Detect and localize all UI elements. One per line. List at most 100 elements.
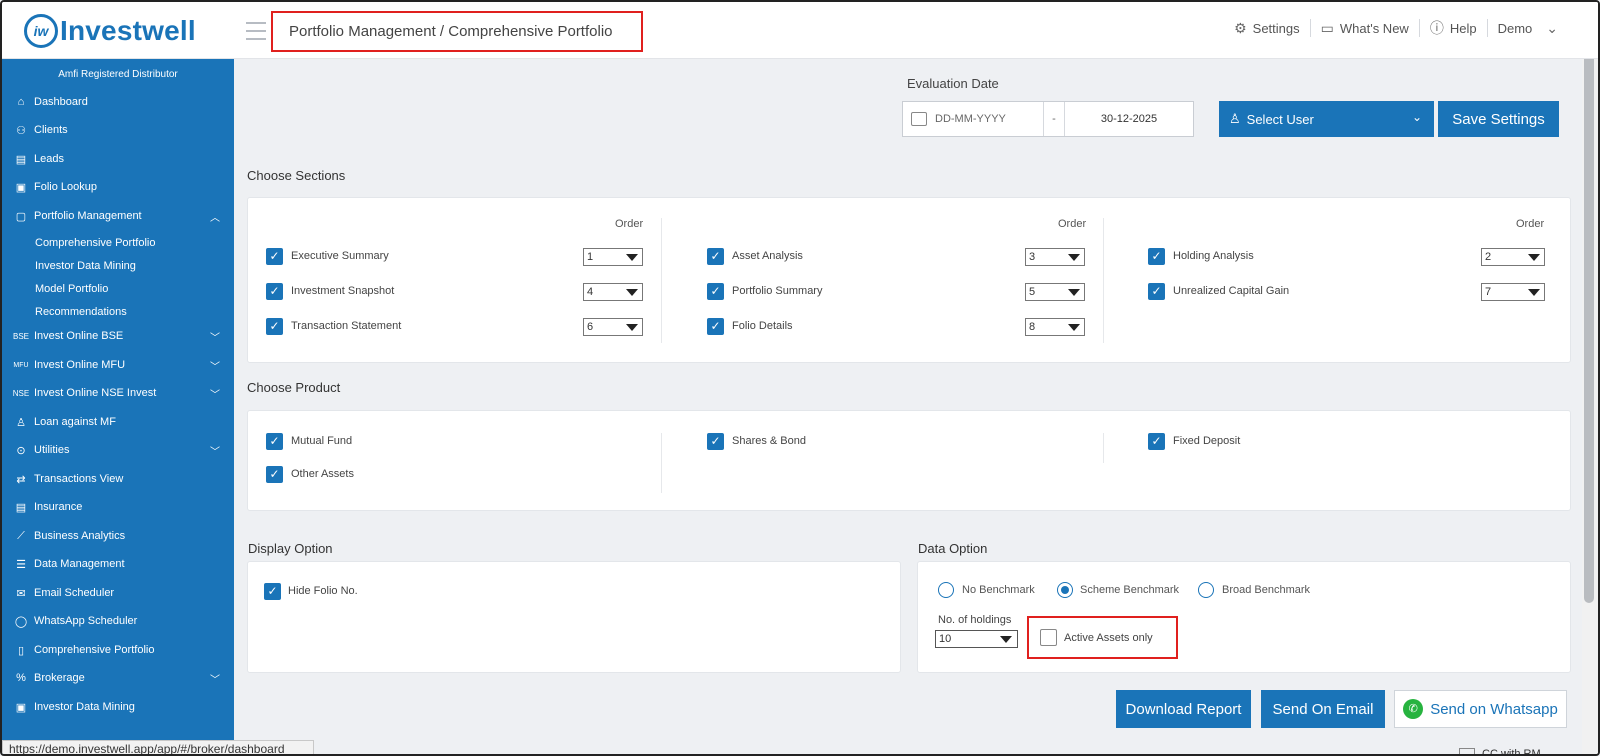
chevron-down-icon: ⌄ [1411,110,1422,124]
portfolio-summary-label: Portfolio Summary [732,285,823,297]
home-icon: ⌂ [17,96,25,108]
whats-new-link[interactable]: ▭ What's New [1311,19,1420,37]
sidebar-item-dashboard[interactable]: ⌂ Dashboard [2,89,234,115]
sidebar-header: Amfi Registered Distributor [58,69,178,80]
sidebar-item-label: Business Analytics [34,530,126,542]
checkbox-mutual-fund[interactable]: ✓ [266,433,283,450]
order-select-transaction-statement[interactable]: 6 [583,318,643,336]
bse-icon: BSE [12,331,29,341]
sidebar-item-invest-online-nse[interactable]: NSE Invest Online NSE Invest ﹀ [2,380,234,406]
unrealized-capital-gain-label: Unrealized Capital Gain [1173,285,1290,297]
portfolio-icon: ▯ [17,644,25,657]
holdings-select[interactable]: 10 [935,630,1018,648]
checkbox-unrealized-capital-gain[interactable]: ✓ [1148,283,1165,300]
sidebar-item-insurance[interactable]: ▤ Insurance [2,494,234,520]
order-value: 8 [1029,321,1036,333]
order-value: 2 [1485,251,1492,263]
checkbox-shares-bond[interactable]: ✓ [707,433,724,450]
checkbox-holding-analysis[interactable]: ✓ [1148,248,1165,265]
select-user-label: Select User [1246,111,1314,127]
download-report-button[interactable]: Download Report [1116,690,1251,728]
select-user-dropdown[interactable]: ♙ Select User ⌄ [1219,101,1434,137]
chevron-down-icon: ﹀ [210,332,220,344]
checkbox-other-assets[interactable]: ✓ [266,466,283,483]
user-icon: ♙ [1229,111,1241,126]
sidebar-item-invest-online-mfu[interactable]: MFU Invest Online MFU ﹀ [2,352,234,378]
loan-icon: ♙ [16,416,26,429]
order-select-asset-analysis[interactable]: 3 [1025,248,1085,266]
order-select-investment-snapshot[interactable]: 4 [583,283,643,301]
sidebar-subitem-comprehensive-portfolio[interactable]: Comprehensive Portfolio [35,233,155,253]
send-on-email-button[interactable]: Send On Email [1261,690,1385,728]
chevron-down-icon: ﹀ [210,446,220,458]
checkbox-fixed-deposit[interactable]: ✓ [1148,433,1165,450]
top-bar: iw Investwell Portfolio Management / Com… [2,2,1598,59]
settings-link[interactable]: ⚙ Settings [1224,19,1311,37]
user-menu[interactable]: Demo ⌄ [1488,19,1568,37]
sidebar-item-label: Email Scheduler [34,587,115,599]
checkbox-folio-details[interactable]: ✓ [707,318,724,335]
radio-broad-benchmark[interactable] [1198,582,1214,598]
order-value: 6 [587,321,594,333]
whatsapp-icon: ◯ [14,615,28,628]
sidebar-item-transactions-view[interactable]: ⇄ Transactions View [2,466,234,492]
sidebar-item-email-scheduler[interactable]: ✉ Email Scheduler [2,580,234,606]
checkbox-investment-snapshot[interactable]: ✓ [266,283,283,300]
logo[interactable]: iw Investwell [24,13,196,49]
checkbox-hide-folio[interactable]: ✓ [264,583,281,600]
order-select-unrealized-capital-gain[interactable]: 7 [1481,283,1545,301]
transaction-statement-label: Transaction Statement [291,320,402,332]
sidebar-item-clients[interactable]: ⚇ Clients [2,117,234,143]
sidebar-item-portfolio-management[interactable]: ▢ Portfolio Management ︿ [2,203,234,229]
insurance-icon: ▤ [15,501,27,514]
calendar-icon[interactable] [911,112,927,126]
holdings-value: 10 [939,633,952,645]
sidebar-item-invest-online-bse[interactable]: BSE Invest Online BSE ﹀ [2,323,234,349]
sidebar-item-label: Invest Online BSE [34,330,124,342]
sidebar-item-loan-against-mf[interactable]: ♙ Loan against MF [2,409,234,435]
whatsapp-icon: ✆ [1403,699,1424,719]
products-card: ✓ Mutual Fund ✓ Other Assets ✓ Shares & … [247,410,1571,511]
sidebar-item-brokerage[interactable]: % Brokerage ﹀ [2,665,234,691]
hamburger-menu-icon[interactable] [246,22,266,40]
shares-bond-label: Shares & Bond [732,435,806,447]
sidebar-subitem-investor-data-mining[interactable]: Investor Data Mining [35,256,136,276]
sidebar-item-label: Data Management [34,558,125,570]
send-on-whatsapp-button[interactable]: ✆ Send on Whatsapp [1394,690,1567,728]
date-to-input[interactable]: 30-12-2025 [1065,113,1193,125]
send-on-whatsapp-label: Send on Whatsapp [1430,700,1558,718]
holdings-label: No. of holdings [938,614,1012,626]
chevron-down-icon: ﹀ [210,361,220,373]
order-select-folio-details[interactable]: 8 [1025,318,1085,336]
sidebar-item-utilities[interactable]: ⊙ Utilities ﹀ [2,437,234,463]
utilities-icon: ⊙ [16,444,26,457]
column-divider [1103,218,1104,343]
order-select-holding-analysis[interactable]: 2 [1481,248,1545,266]
checkbox-asset-analysis[interactable]: ✓ [707,248,724,265]
checkbox-cc-with-rm[interactable] [1459,748,1475,754]
display-option-title: Display Option [248,541,333,556]
order-select-portfolio-summary[interactable]: 5 [1025,283,1085,301]
sidebar-item-investor-data-mining[interactable]: ▣ Investor Data Mining [2,694,234,720]
transfer-icon: ⇄ [16,473,26,486]
executive-summary-label: Executive Summary [291,250,389,262]
sidebar-item-data-management[interactable]: ☰ Data Management [2,551,234,577]
sidebar-item-business-analytics[interactable]: ⟋ Business Analytics [2,523,234,549]
save-settings-button[interactable]: Save Settings [1438,101,1559,137]
radio-no-benchmark[interactable] [938,582,954,598]
date-from-input[interactable]: DD-MM-YYYY [935,113,1043,125]
display-option-card: ✓ Hide Folio No. [247,561,901,673]
checkbox-portfolio-summary[interactable]: ✓ [707,283,724,300]
sidebar-subitem-recommendations[interactable]: Recommendations [35,302,127,322]
sidebar-item-leads[interactable]: ▤ Leads [2,146,234,172]
sidebar-item-comprehensive-portfolio[interactable]: ▯ Comprehensive Portfolio [2,637,234,663]
scrollbar-thumb[interactable] [1584,17,1594,603]
sidebar-item-whatsapp-scheduler[interactable]: ◯ WhatsApp Scheduler [2,608,234,634]
sidebar-subitem-model-portfolio[interactable]: Model Portfolio [35,279,108,299]
help-link[interactable]: ⓘ Help [1420,19,1488,37]
radio-scheme-benchmark[interactable] [1057,582,1073,598]
sidebar-item-folio-lookup[interactable]: ▣ Folio Lookup [2,174,234,200]
checkbox-executive-summary[interactable]: ✓ [266,248,283,265]
order-select-executive-summary[interactable]: 1 [583,248,643,266]
checkbox-transaction-statement[interactable]: ✓ [266,318,283,335]
